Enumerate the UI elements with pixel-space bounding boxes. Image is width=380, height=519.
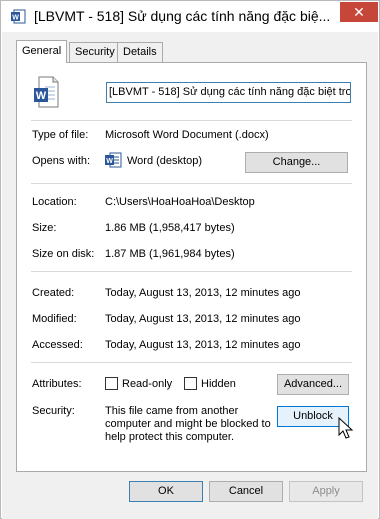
divider bbox=[31, 362, 352, 363]
readonly-checkbox[interactable] bbox=[105, 377, 118, 390]
security-message-line1: This file came from another bbox=[105, 405, 239, 417]
svg-text:W: W bbox=[12, 15, 19, 22]
size-value: 1.86 MB (1,958,417 bytes) bbox=[105, 222, 235, 234]
tab-label: General bbox=[22, 45, 62, 57]
location-value: C:\Users\HoaHoaHoa\Desktop bbox=[105, 196, 255, 208]
properties-window: W [LBVMT - 518] Sử dụng các tính năng đặ… bbox=[0, 0, 380, 519]
close-button[interactable]: ✕ bbox=[340, 2, 378, 22]
readonly-label[interactable]: Read-only bbox=[122, 377, 172, 391]
size-label: Size: bbox=[32, 222, 57, 234]
created-value: Today, August 13, 2013, 12 minutes ago bbox=[105, 287, 301, 299]
word-document-icon: W bbox=[34, 76, 59, 108]
tab-details[interactable]: Details bbox=[117, 42, 163, 62]
change-button[interactable]: Change... bbox=[245, 152, 348, 173]
tab-security[interactable]: Security bbox=[69, 42, 121, 62]
size-on-disk-label: Size on disk: bbox=[32, 248, 95, 260]
created-label: Created: bbox=[32, 287, 75, 299]
accessed-label: Accessed: bbox=[32, 339, 83, 351]
apply-button[interactable]: Apply bbox=[289, 481, 363, 502]
mouse-pointer-icon bbox=[338, 417, 354, 439]
general-tab-panel: W [LBVMT - 518] Sử dụng các tính năng đặ… bbox=[16, 62, 367, 472]
type-value: Microsoft Word Document (.docx) bbox=[105, 129, 269, 141]
ok-button[interactable]: OK bbox=[129, 481, 203, 502]
modified-value: Today, August 13, 2013, 12 minutes ago bbox=[105, 313, 301, 325]
size-on-disk-value: 1.87 MB (1,961,984 bytes) bbox=[105, 248, 235, 260]
opens-with-label: Opens with: bbox=[32, 155, 91, 167]
tab-general[interactable]: General bbox=[16, 40, 68, 63]
close-icon: ✕ bbox=[353, 4, 365, 20]
divider bbox=[31, 183, 352, 184]
word-app-icon: W bbox=[105, 152, 122, 168]
opens-with-value: Word (desktop) bbox=[127, 155, 202, 167]
security-message-line3: help protect this computer. bbox=[105, 431, 235, 443]
tab-label: Details bbox=[123, 46, 157, 58]
hidden-label[interactable]: Hidden bbox=[201, 377, 236, 391]
divider bbox=[31, 271, 352, 272]
tab-label: Security bbox=[75, 46, 115, 58]
svg-text:W: W bbox=[106, 158, 113, 165]
security-label: Security: bbox=[32, 405, 75, 417]
type-label: Type of file: bbox=[32, 129, 89, 141]
title-bar[interactable]: W [LBVMT - 518] Sử dụng các tính năng đặ… bbox=[1, 1, 379, 32]
security-message-line2: computer and might be blocked to bbox=[105, 418, 271, 430]
window-title: [LBVMT - 518] Sử dụng các tính năng đặc … bbox=[34, 8, 330, 24]
cancel-button[interactable]: Cancel bbox=[209, 481, 283, 502]
accessed-value: Today, August 13, 2013, 12 minutes ago bbox=[105, 339, 301, 351]
svg-text:W: W bbox=[36, 90, 47, 102]
hidden-checkbox[interactable] bbox=[184, 377, 197, 390]
attributes-label: Attributes: bbox=[32, 378, 82, 390]
location-label: Location: bbox=[32, 196, 77, 208]
file-name-input[interactable]: [LBVMT - 518] Sử dụng các tính năng đặc … bbox=[106, 82, 351, 103]
divider bbox=[31, 120, 352, 121]
dialog-body: General Security Details W [LBVMT - 518]… bbox=[2, 32, 378, 519]
word-doc-icon: W bbox=[11, 9, 26, 24]
advanced-button[interactable]: Advanced... bbox=[277, 374, 349, 395]
modified-label: Modified: bbox=[32, 313, 77, 325]
